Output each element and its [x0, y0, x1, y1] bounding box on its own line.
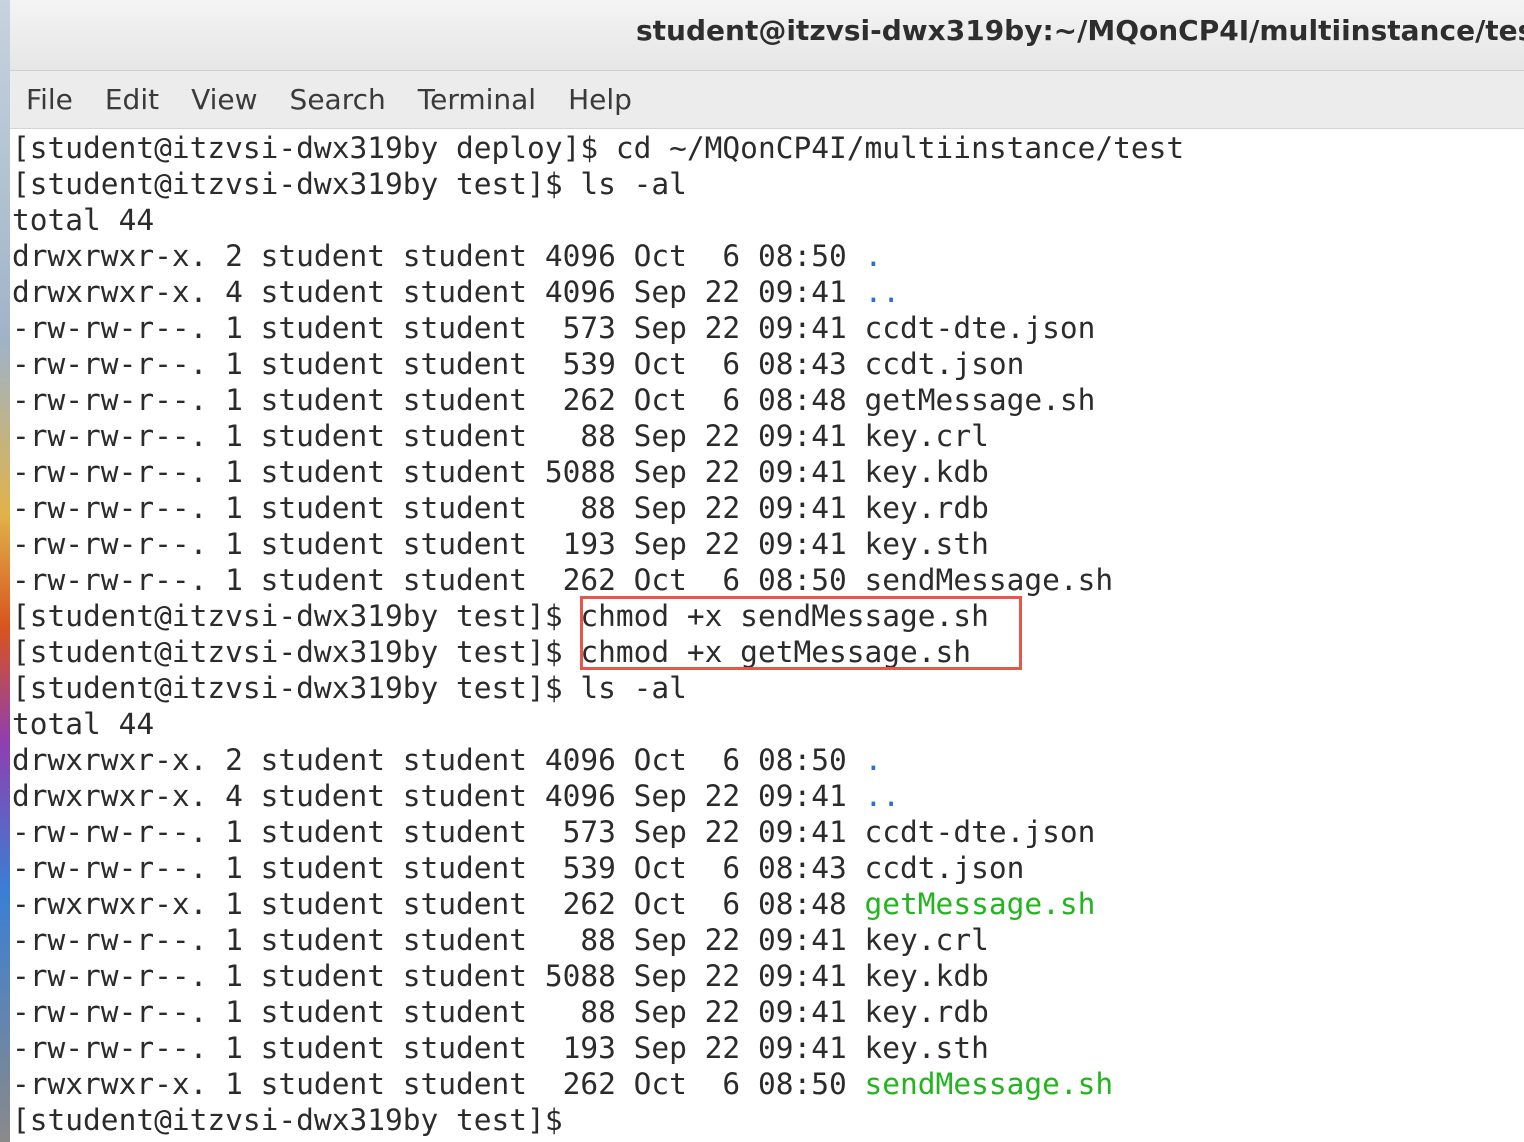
file-name: sendMessage.sh — [864, 563, 1114, 597]
directory-name: . — [864, 743, 883, 777]
listing-line: -rw-rw-r--. 1 student student 262 Oct 6 … — [12, 562, 1522, 598]
listing-line: -rwxrwxr-x. 1 student student 262 Oct 6 … — [12, 1066, 1522, 1102]
listing-attributes: drwxrwxr-x. 4 student student 4096 Sep 2… — [12, 275, 865, 309]
directory-name: . — [864, 239, 883, 273]
file-name: key.sth — [864, 1031, 989, 1065]
listing-attributes: -rw-rw-r--. 1 student student 88 Sep 22 … — [12, 923, 865, 957]
file-name: ccdt-dte.json — [864, 311, 1096, 345]
prompt-line: [student@itzvsi-dwx319by test]$ chmod +x… — [12, 635, 972, 669]
file-name: getMessage.sh — [864, 383, 1096, 417]
listing-attributes: -rw-rw-r--. 1 student student 88 Sep 22 … — [12, 491, 865, 525]
listing-line: -rwxrwxr-x. 1 student student 262 Oct 6 … — [12, 886, 1522, 922]
listing-line: drwxrwxr-x. 4 student student 4096 Sep 2… — [12, 274, 1522, 310]
listing-line: -rw-rw-r--. 1 student student 5088 Sep 2… — [12, 958, 1522, 994]
executable-file-name: getMessage.sh — [864, 887, 1096, 921]
listing-line: -rw-rw-r--. 1 student student 193 Sep 22… — [12, 526, 1522, 562]
listing-attributes: -rw-rw-r--. 1 student student 262 Oct 6 … — [12, 563, 865, 597]
listing-attributes: -rw-rw-r--. 1 student student 573 Sep 22… — [12, 815, 865, 849]
menu-view[interactable]: View — [175, 71, 273, 128]
listing-line: -rw-rw-r--. 1 student student 539 Oct 6 … — [12, 850, 1522, 886]
listing-attributes: -rw-rw-r--. 1 student student 5088 Sep 2… — [12, 455, 865, 489]
listing-attributes: -rw-rw-r--. 1 student student 5088 Sep 2… — [12, 959, 865, 993]
menu-terminal[interactable]: Terminal — [402, 71, 552, 128]
file-name: key.crl — [864, 923, 989, 957]
listing-attributes: drwxrwxr-x. 2 student student 4096 Oct 6… — [12, 743, 865, 777]
listing-attributes: -rwxrwxr-x. 1 student student 262 Oct 6 … — [12, 887, 865, 921]
directory-name: .. — [864, 779, 901, 813]
listing-attributes: -rw-rw-r--. 1 student student 88 Sep 22 … — [12, 419, 865, 453]
menu-help[interactable]: Help — [552, 71, 648, 128]
file-name: key.rdb — [864, 995, 989, 1029]
menu-bar: File Edit View Search Terminal Help — [10, 71, 1524, 129]
listing-line: -rw-rw-r--. 1 student student 88 Sep 22 … — [12, 418, 1522, 454]
prompt-line: [student@itzvsi-dwx319by test]$ ls -al — [12, 167, 687, 201]
listing-line: -rw-rw-r--. 1 student student 193 Sep 22… — [12, 1030, 1522, 1066]
listing-attributes: -rw-rw-r--. 1 student student 539 Oct 6 … — [12, 347, 865, 381]
listing-attributes: -rwxrwxr-x. 1 student student 262 Oct 6 … — [12, 1067, 865, 1101]
listing-line: -rw-rw-r--. 1 student student 262 Oct 6 … — [12, 382, 1522, 418]
prompt-line: [student@itzvsi-dwx319by deploy]$ cd ~/M… — [12, 131, 1185, 165]
title-bar[interactable]: student@itzvsi-dwx319by:~/MQonCP4I/multi… — [10, 0, 1524, 71]
prompt-line: [student@itzvsi-dwx319by test]$ ls -al — [12, 671, 687, 705]
file-name: key.kdb — [864, 959, 989, 993]
listing-attributes: -rw-rw-r--. 1 student student 193 Sep 22… — [12, 527, 865, 561]
file-name: ccdt-dte.json — [864, 815, 1096, 849]
listing-line: -rw-rw-r--. 1 student student 5088 Sep 2… — [12, 454, 1522, 490]
listing-line: -rw-rw-r--. 1 student student 539 Oct 6 … — [12, 346, 1522, 382]
terminal-output[interactable]: [student@itzvsi-dwx319by deploy]$ cd ~/M… — [12, 130, 1522, 1142]
output-line: total 44 — [12, 707, 155, 741]
listing-line: drwxrwxr-x. 4 student student 4096 Sep 2… — [12, 778, 1522, 814]
listing-line: -rw-rw-r--. 1 student student 573 Sep 22… — [12, 814, 1522, 850]
file-name: key.rdb — [864, 491, 989, 525]
output-line: total 44 — [12, 203, 155, 237]
listing-attributes: -rw-rw-r--. 1 student student 573 Sep 22… — [12, 311, 865, 345]
desktop-background-edge — [0, 0, 10, 1142]
listing-attributes: drwxrwxr-x. 2 student student 4096 Oct 6… — [12, 239, 865, 273]
menu-edit[interactable]: Edit — [89, 71, 175, 128]
listing-attributes: drwxrwxr-x. 4 student student 4096 Sep 2… — [12, 779, 865, 813]
file-name: key.sth — [864, 527, 989, 561]
listing-attributes: -rw-rw-r--. 1 student student 88 Sep 22 … — [12, 995, 865, 1029]
executable-file-name: sendMessage.sh — [864, 1067, 1114, 1101]
prompt-line: [student@itzvsi-dwx319by test]$ chmod +x… — [12, 599, 989, 633]
file-name: key.crl — [864, 419, 989, 453]
prompt-line: [student@itzvsi-dwx319by test]$ — [12, 1103, 581, 1137]
listing-line: -rw-rw-r--. 1 student student 88 Sep 22 … — [12, 490, 1522, 526]
file-name: ccdt.json — [864, 851, 1025, 885]
menu-file[interactable]: File — [10, 71, 89, 128]
listing-line: -rw-rw-r--. 1 student student 88 Sep 22 … — [12, 922, 1522, 958]
listing-attributes: -rw-rw-r--. 1 student student 193 Sep 22… — [12, 1031, 865, 1065]
terminal-window: student@itzvsi-dwx319by:~/MQonCP4I/multi… — [10, 0, 1524, 1142]
window-title: student@itzvsi-dwx319by:~/MQonCP4I/multi… — [636, 14, 1524, 47]
listing-line: -rw-rw-r--. 1 student student 573 Sep 22… — [12, 310, 1522, 346]
listing-attributes: -rw-rw-r--. 1 student student 539 Oct 6 … — [12, 851, 865, 885]
listing-attributes: -rw-rw-r--. 1 student student 262 Oct 6 … — [12, 383, 865, 417]
menu-search[interactable]: Search — [274, 71, 402, 128]
listing-line: -rw-rw-r--. 1 student student 88 Sep 22 … — [12, 994, 1522, 1030]
listing-line: drwxrwxr-x. 2 student student 4096 Oct 6… — [12, 742, 1522, 778]
file-name: key.kdb — [864, 455, 989, 489]
file-name: ccdt.json — [864, 347, 1025, 381]
listing-line: drwxrwxr-x. 2 student student 4096 Oct 6… — [12, 238, 1522, 274]
directory-name: .. — [864, 275, 901, 309]
